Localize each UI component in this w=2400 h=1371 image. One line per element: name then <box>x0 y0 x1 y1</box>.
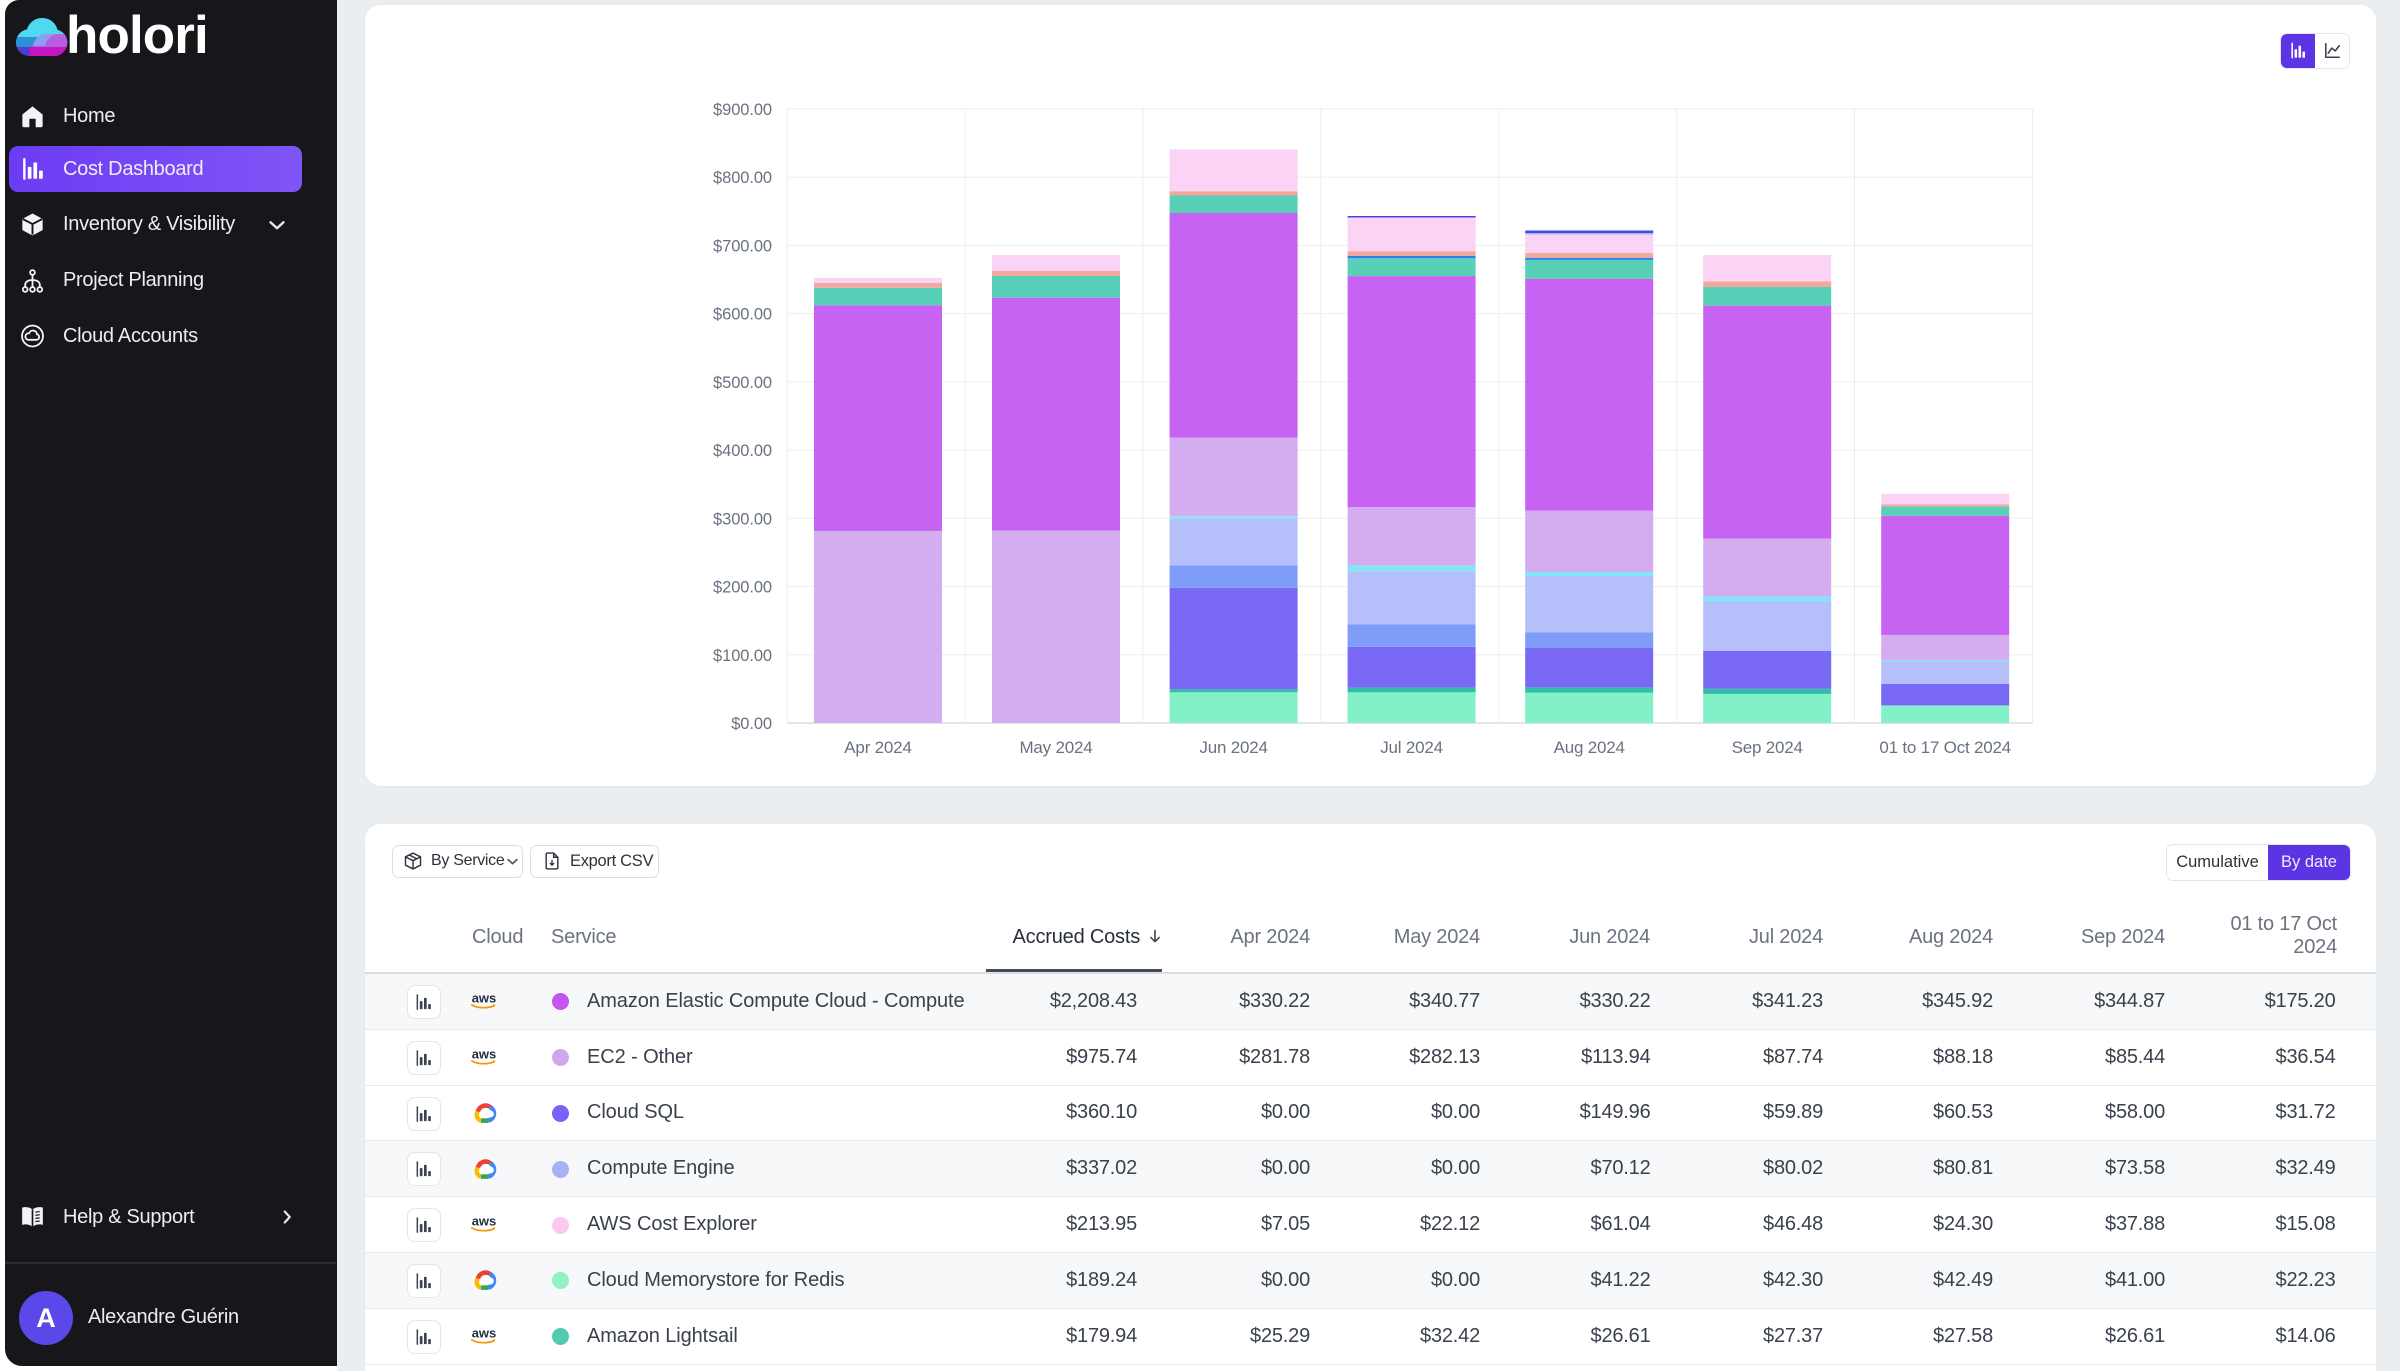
svg-text:$800.00: $800.00 <box>713 169 772 187</box>
svg-text:$200.00: $200.00 <box>713 579 772 597</box>
svg-text:$100.00: $100.00 <box>713 647 772 665</box>
svg-text:aws: aws <box>471 1326 496 1341</box>
svg-text:Sep 2024: Sep 2024 <box>1732 738 1803 757</box>
svg-text:aws: aws <box>471 1214 496 1229</box>
svg-text:$900.00: $900.00 <box>713 101 772 119</box>
svg-text:$600.00: $600.00 <box>713 306 772 324</box>
svg-text:Jun 2024: Jun 2024 <box>1199 738 1267 757</box>
svg-text:aws: aws <box>471 991 496 1006</box>
svg-text:01 to 17 Oct 2024: 01 to 17 Oct 2024 <box>1879 738 2011 757</box>
svg-text:May 2024: May 2024 <box>1019 738 1092 757</box>
svg-text:aws: aws <box>471 1047 496 1062</box>
svg-text:$0.00: $0.00 <box>731 715 772 733</box>
svg-text:$500.00: $500.00 <box>713 374 772 392</box>
svg-text:Aug 2024: Aug 2024 <box>1554 738 1625 757</box>
svg-text:$700.00: $700.00 <box>713 237 772 255</box>
svg-text:Jul 2024: Jul 2024 <box>1380 738 1443 757</box>
svg-text:Apr 2024: Apr 2024 <box>844 738 911 757</box>
svg-text:$400.00: $400.00 <box>713 442 772 460</box>
svg-text:$300.00: $300.00 <box>713 510 772 528</box>
